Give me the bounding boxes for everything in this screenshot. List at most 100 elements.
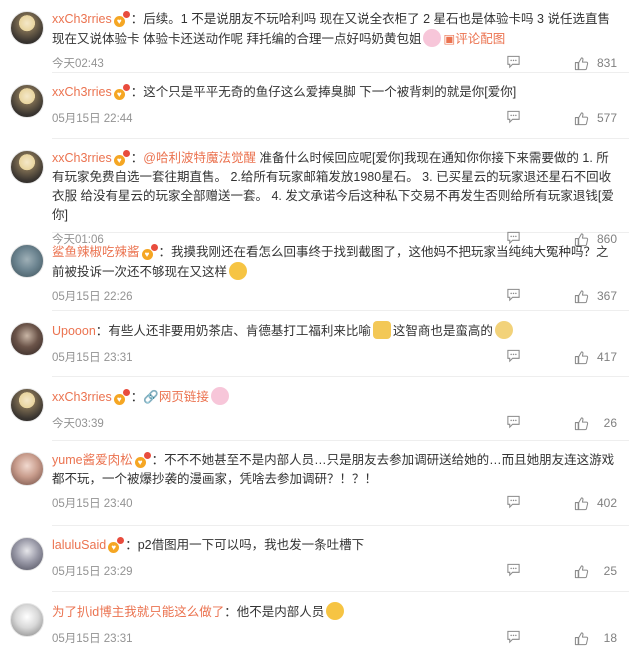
username-link[interactable]: xxCh3rries xyxy=(52,151,112,165)
comment-meta: 05月15日 22:26 367 xyxy=(52,284,617,308)
comment-content: 有些人还非要用奶茶店、肯德基打工福利来比喻 xyxy=(108,324,371,338)
comment-item: xxCh3rries ♥ ：🔗网页链接 今天03:39 26 xyxy=(0,377,629,440)
crown-badge-icon xyxy=(121,388,131,397)
like-button[interactable]: 25 xyxy=(561,564,617,579)
comment-icon xyxy=(507,630,520,644)
avatar[interactable] xyxy=(10,150,44,184)
separator: ： xyxy=(158,245,172,259)
crown-badge-icon xyxy=(149,243,159,252)
like-count: 25 xyxy=(603,564,617,578)
username-link[interactable]: 鲨鱼辣椒吃辣酱 xyxy=(52,245,140,259)
reply-button[interactable] xyxy=(506,629,521,647)
reply-button[interactable] xyxy=(506,414,521,432)
thumbs-up-icon xyxy=(574,564,589,578)
comment-time: 今天03:39 xyxy=(52,418,104,430)
mention-link[interactable]: @哈利波特魔法觉醒 xyxy=(143,151,256,165)
comment-meta: 05月15日 23:29 25 xyxy=(52,559,617,583)
separator: ： xyxy=(130,151,144,165)
separator: ： xyxy=(130,85,144,99)
comment-icon xyxy=(507,110,520,124)
like-button[interactable]: 26 xyxy=(561,416,617,431)
comment-content: 这个只是平平无奇的鱼仔这么爱捧臭脚 下一个被背刺的就是你[爱你] xyxy=(143,85,517,99)
like-count: 26 xyxy=(603,416,617,430)
avatar[interactable] xyxy=(10,388,44,422)
separator: ： xyxy=(224,605,237,619)
username-link[interactable]: Upooon xyxy=(52,324,96,338)
like-button[interactable]: 417 xyxy=(561,350,617,365)
comment-content: p2借图用一下可以吗，我也发一条吐槽下 xyxy=(137,538,365,552)
separator: ： xyxy=(125,538,138,552)
username-link[interactable]: xxCh3rries xyxy=(52,390,112,404)
thinking-emoji-icon xyxy=(229,262,248,280)
comment-item: Upooon：有些人还非要用奶茶店、肯德基打工福利来比喻 这智商也是蛮高的 05月… xyxy=(0,311,629,376)
comment-text: 鲨鱼辣椒吃辣酱 ♥ ：我摸我刚还在看怎么回事终于找到截图了，这他妈不把玩家当纯纯大冤… xyxy=(52,243,617,282)
comment-icon xyxy=(507,55,520,69)
crown-badge-icon xyxy=(121,149,131,158)
comment-text: xxCh3rries ♥ ：🔗网页链接 xyxy=(52,387,617,407)
crown-badge-icon xyxy=(142,451,152,460)
username-link[interactable]: yume酱爱肉松 xyxy=(52,453,133,467)
web-link[interactable]: 🔗网页链接 xyxy=(143,390,209,404)
thumbs-up-icon xyxy=(574,111,589,125)
like-button[interactable]: 831 xyxy=(561,56,617,71)
username-link[interactable]: xxCh3rries xyxy=(52,85,112,99)
comment-time: 05月15日 22:44 xyxy=(52,113,133,125)
avatar[interactable] xyxy=(10,322,44,356)
reply-button[interactable] xyxy=(506,494,521,512)
comment-text: 为了扒id博主我就只能这么做了：他不是内部人员 xyxy=(52,602,617,622)
comment-time: 05月15日 23:31 xyxy=(52,352,133,364)
crown-badge-icon xyxy=(116,536,126,545)
pig-emoji-icon xyxy=(423,29,442,47)
comment-meta: 今天03:39 26 xyxy=(52,411,617,435)
like-count: 402 xyxy=(596,496,617,510)
reply-button[interactable] xyxy=(506,348,521,366)
thumbs-up-icon xyxy=(574,416,589,430)
thumbs-up-icon xyxy=(574,350,589,364)
username-link[interactable]: 为了扒id博主我就只能这么做了 xyxy=(52,605,224,619)
avatar[interactable] xyxy=(10,537,44,571)
comment-icon xyxy=(507,288,520,302)
thumbs-up-icon xyxy=(574,631,589,645)
like-button[interactable]: 18 xyxy=(561,631,617,646)
avatar[interactable] xyxy=(10,452,44,486)
image-link[interactable]: ▣评论配图 xyxy=(443,32,505,46)
comment-text: yume酱爱肉松 ♥ ：不不不她甚至不是内部人员…只是朋友去参加调研送给她的…而且她… xyxy=(52,451,617,489)
comment-time: 05月15日 23:31 xyxy=(52,633,133,645)
like-button[interactable]: 402 xyxy=(561,496,617,511)
like-count: 417 xyxy=(596,350,617,364)
doge-emoji-icon xyxy=(494,321,513,339)
comment-content-2: 这智商也是蛮高的 xyxy=(392,324,493,338)
reply-button[interactable] xyxy=(506,562,521,580)
separator: ： xyxy=(130,390,144,404)
comment-time: 05月15日 23:40 xyxy=(52,498,133,510)
thumbs-up-icon xyxy=(574,289,589,303)
avatar[interactable] xyxy=(10,84,44,118)
username-link[interactable]: xxCh3rries xyxy=(52,12,112,26)
comment-icon xyxy=(507,563,520,577)
comment-time: 今天02:43 xyxy=(52,58,104,70)
comment-text: laluluSaid ♥ ：p2借图用一下可以吗，我也发一条吐槽下 xyxy=(52,536,617,555)
like-button[interactable]: 577 xyxy=(561,111,617,126)
comment-item: xxCh3rries ♥ ：这个只是平平无奇的鱼仔这么爱捧臭脚 下一个被背刺的就是你… xyxy=(0,73,629,138)
separator: ： xyxy=(151,453,165,467)
comment-time: 05月15日 23:29 xyxy=(52,566,133,578)
comment-meta: 05月15日 23:31 417 xyxy=(52,345,617,369)
like-button[interactable]: 367 xyxy=(561,289,617,304)
reply-button[interactable] xyxy=(506,54,521,72)
comment-icon xyxy=(507,415,520,429)
comment-feed: xxCh3rries ♥ ：后续。1 不是说朋友不玩哈利吗 现在又说全衣柜了 2 星… xyxy=(0,0,629,656)
avatar[interactable] xyxy=(10,244,44,278)
comment-text: xxCh3rries ♥ ：@哈利波特魔法觉醒 准备什么时候回应呢[爱你]我现在通知… xyxy=(52,149,617,225)
comment-icon xyxy=(507,349,520,363)
pig-emoji-icon xyxy=(210,387,229,405)
avatar[interactable] xyxy=(10,11,44,45)
like-count: 831 xyxy=(596,56,617,70)
avatar[interactable] xyxy=(10,603,44,637)
like-count: 367 xyxy=(596,289,617,303)
comment-icon xyxy=(507,495,520,509)
cat-emoji-icon xyxy=(372,321,391,339)
reply-button[interactable] xyxy=(506,109,521,127)
thumbs-up-icon xyxy=(574,496,589,510)
username-link[interactable]: laluluSaid xyxy=(52,538,106,552)
reply-button[interactable] xyxy=(506,287,521,305)
